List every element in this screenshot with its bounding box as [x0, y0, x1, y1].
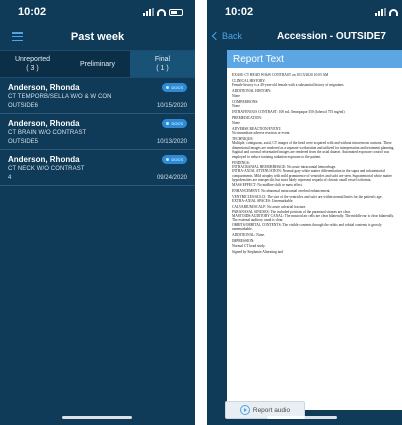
battery-icon	[169, 8, 183, 16]
docs-icon	[166, 122, 170, 125]
tab-label: Unreported	[14, 56, 51, 63]
worklist-screen: 10:02 Past week Unreported ( 3 ) Prelimi…	[0, 0, 195, 425]
audio-label: Report audio	[252, 406, 291, 414]
report-card: Report Text EXAM: CT HEAD W/&W CONTRAST …	[227, 50, 402, 410]
docs-icon	[166, 158, 170, 161]
report-line: VENTRICLES/SULCI: The size of the ventri…	[232, 194, 383, 204]
report-line: COMPARISONS: None	[232, 99, 259, 109]
patient-name: Anderson, Rhonda	[8, 155, 80, 164]
signal-icon	[143, 8, 154, 16]
tab-label: Final	[154, 56, 171, 63]
worklist: Anderson, Rhonda CT TEMPORB/SELLA W/O & …	[0, 78, 195, 186]
report-line: ADDITIONAL HISTORY: None	[232, 89, 272, 98]
list-item[interactable]: Anderson, Rhonda CT NECK W/O CONTRAST 4 …	[0, 150, 195, 186]
home-indicator[interactable]	[62, 416, 132, 419]
signal-icon	[375, 8, 386, 16]
exam-date: 10/13/2020	[156, 139, 187, 145]
patient-name: Anderson, Rhonda	[8, 83, 80, 92]
procedure: CT BRAIN W/O CONTRAST	[8, 130, 87, 136]
docs-badge[interactable]: DOCS	[162, 119, 187, 128]
report-line: FINDINGS: INTRACRANIAL HEMORRHAGE: No ac…	[232, 160, 392, 187]
tab-count: ( 1 )	[156, 65, 169, 72]
nav-bar: Past week	[0, 24, 195, 50]
page-title: Past week	[70, 31, 125, 43]
report-line: ENHANCEMENT: No abnormal intracranial ce…	[232, 188, 331, 193]
docs-badge[interactable]: DOCS	[162, 83, 187, 92]
chevron-left-icon	[211, 31, 221, 41]
report-line: CALVARIUM/SCALP: No acute calvarial frac…	[232, 205, 395, 232]
status-time: 10:02	[225, 6, 254, 18]
wifi-icon	[389, 8, 398, 16]
report-line: EXAM: CT HEAD W/&W CONTRAST on 10/15/202…	[232, 73, 329, 77]
procedure: CT NECK W/O CONTRAST	[8, 166, 85, 172]
report-line: CLINICAL HISTORY: Female history is a 40…	[232, 79, 345, 88]
wifi-icon	[157, 8, 166, 16]
tab-unreported[interactable]: Unreported ( 3 )	[0, 51, 65, 77]
report-line: INTRAVENOUS CONTRAST: 100 mL Omnipaque 3…	[232, 110, 345, 115]
back-label: Back	[222, 31, 243, 41]
accession: 4	[8, 175, 12, 181]
report-screen: 10:02 Back Accession - OUTSIDE7 Report T…	[207, 0, 402, 425]
procedure: CT TEMPORB/SELLA W/O & W CON	[8, 94, 112, 100]
page-title: Accession - OUTSIDE7	[277, 31, 386, 42]
exam-date: 09/24/2020	[156, 175, 187, 181]
badge-label: DOCS	[171, 157, 183, 162]
accession: OUTSIDE5	[8, 139, 39, 145]
tab-count: ( 3 )	[26, 65, 39, 72]
report-line: TECHNIQUE: Multiple, contiguous, axial, …	[232, 137, 395, 159]
nav-bar: Back Accession - OUTSIDE7	[207, 24, 402, 50]
back-button[interactable]: Back	[211, 31, 243, 41]
play-icon	[239, 405, 250, 415]
status-icons	[143, 8, 183, 16]
report-line: PREMEDICATION: None	[232, 116, 262, 125]
report-line: Signed by Stephanie Alterating and	[232, 249, 283, 254]
list-item[interactable]: Anderson, Rhonda CT BRAIN W/O CONTRAST O…	[0, 114, 195, 150]
docs-badge[interactable]: DOCS	[162, 155, 187, 164]
home-indicator[interactable]	[267, 416, 337, 419]
badge-label: DOCS	[171, 85, 183, 90]
report-line: ADVERSE REACTION/EVENT: No immediate adv…	[232, 126, 291, 136]
tab-final[interactable]: Final ( 1 )	[130, 51, 195, 77]
accession: OUTSIDE6	[8, 103, 39, 109]
exam-date: 10/15/2020	[156, 103, 187, 109]
report-text[interactable]: EXAM: CT HEAD W/&W CONTRAST on 10/15/202…	[227, 68, 402, 258]
status-icons	[375, 8, 398, 16]
status-bar: 10:02	[0, 0, 195, 24]
patient-name: Anderson, Rhonda	[8, 119, 80, 128]
status-tabs: Unreported ( 3 ) Preliminary Final ( 1 )	[0, 50, 195, 78]
report-title: Report Text	[227, 50, 402, 68]
list-item[interactable]: Anderson, Rhonda CT TEMPORB/SELLA W/O & …	[0, 78, 195, 114]
badge-label: DOCS	[171, 121, 183, 126]
tab-preliminary[interactable]: Preliminary	[65, 51, 130, 77]
status-bar: 10:02	[207, 0, 402, 24]
tab-label: Preliminary	[79, 60, 115, 68]
docs-icon	[166, 86, 170, 89]
report-line: ADDITIONAL: None.	[232, 233, 265, 238]
report-line: IMPRESSION: Normal CT head study.	[232, 239, 266, 248]
menu-icon[interactable]	[12, 32, 23, 41]
status-time: 10:02	[18, 6, 47, 18]
